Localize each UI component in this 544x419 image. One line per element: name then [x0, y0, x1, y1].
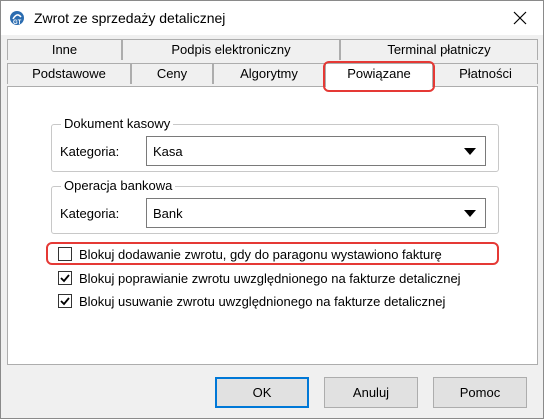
title-bar: GT Zwrot ze sprzedaży detalicznej [1, 1, 543, 35]
tab-label: Algorytmy [240, 66, 298, 81]
highlight-active-tab [323, 61, 435, 92]
block-delete-return-checkbox[interactable] [58, 294, 72, 308]
group-legend: Dokument kasowy [61, 116, 174, 131]
checkbox-row-block-delete-return[interactable]: Blokuj usuwanie zwrotu uwzględnionego na… [58, 292, 445, 310]
tab-podpis-elektroniczny[interactable]: Podpis elektroniczny [122, 39, 340, 60]
block-edit-return-checkbox[interactable] [58, 271, 72, 285]
tab-inne[interactable]: Inne [7, 39, 122, 60]
select-value: Kasa [153, 144, 183, 159]
checkmark-icon [60, 274, 70, 283]
close-icon [513, 11, 527, 25]
checkbox-row-block-edit-return[interactable]: Blokuj poprawianie zwrotu uwzględnionego… [58, 269, 461, 287]
cancel-button[interactable]: Anuluj [324, 377, 418, 408]
tab-label: Podstawowe [32, 66, 106, 81]
tab-algorytmy[interactable]: Algorytmy [213, 63, 325, 84]
checkbox-label: Blokuj usuwanie zwrotu uwzględnionego na… [79, 293, 446, 309]
help-button[interactable]: Pomoc [433, 377, 527, 408]
tab-platnosci[interactable]: Płatności [433, 63, 538, 84]
close-button[interactable] [501, 3, 539, 33]
cash-category-select[interactable]: Kasa [146, 136, 486, 166]
tab-podstawowe[interactable]: Podstawowe [7, 63, 131, 84]
cash-category-label: Kategoria: [60, 144, 120, 159]
svg-text:GT: GT [13, 20, 22, 26]
tab-label: Płatności [459, 66, 512, 81]
window-title: Zwrot ze sprzedaży detalicznej [34, 10, 226, 26]
tab-terminal-platniczy[interactable]: Terminal płatniczy [340, 39, 538, 60]
dialog-window: GT Zwrot ze sprzedaży detalicznej Inne P… [0, 0, 544, 419]
tab-label: Terminal płatniczy [387, 42, 491, 57]
tab-label: Ceny [156, 66, 188, 81]
checkmark-icon [60, 297, 70, 306]
select-value: Bank [153, 206, 183, 221]
ok-button[interactable]: OK [215, 377, 309, 408]
tab-label: Podpis elektroniczny [171, 42, 291, 57]
tab-label: Inne [51, 42, 78, 57]
tab-ceny[interactable]: Ceny [131, 63, 213, 84]
group-legend: Operacja bankowa [61, 178, 176, 193]
checkbox-label: Blokuj poprawianie zwrotu uwzględnionego… [79, 270, 461, 286]
bank-category-select[interactable]: Bank [146, 198, 486, 228]
app-gt-icon: GT [9, 10, 25, 26]
highlight-checkbox [46, 242, 499, 265]
chevron-down-icon [464, 148, 476, 155]
chevron-down-icon [464, 210, 476, 217]
bank-category-label: Kategoria: [60, 206, 120, 221]
